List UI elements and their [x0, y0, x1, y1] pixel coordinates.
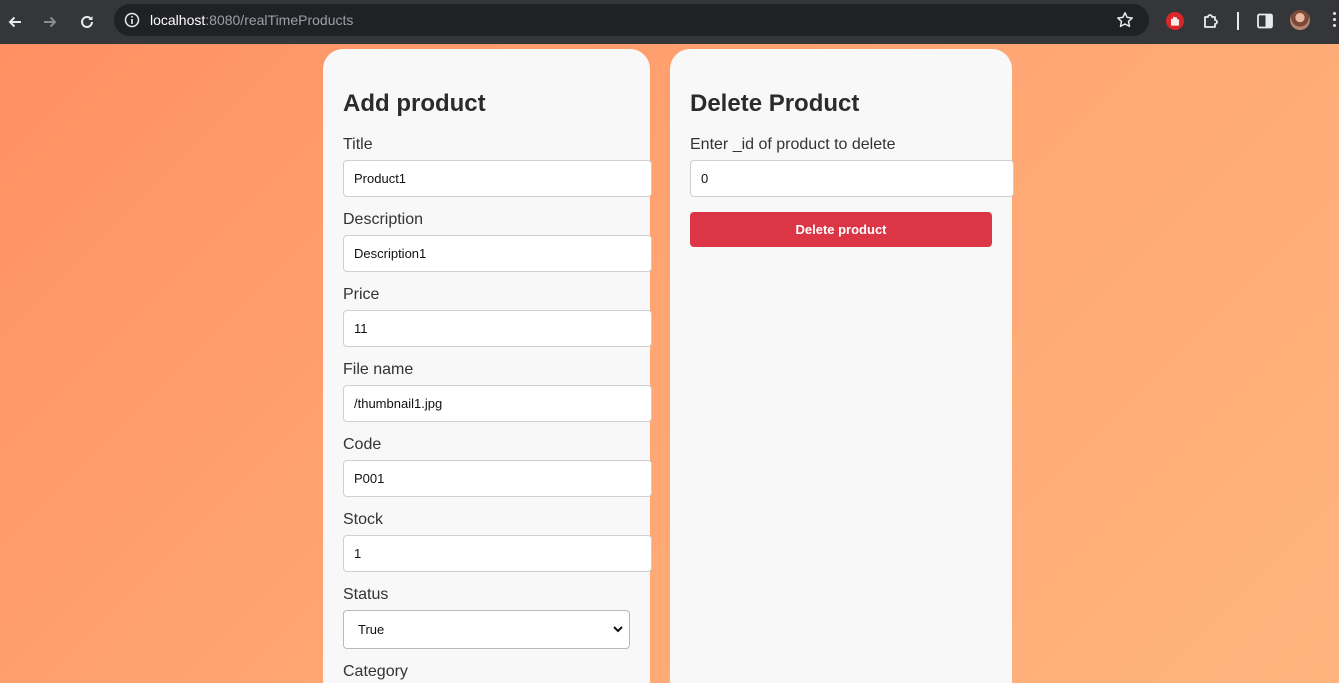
delete-id-label: Enter _id of product to delete — [690, 136, 896, 153]
delete-id-input[interactable]: 0 — [690, 160, 1014, 197]
profile-avatar[interactable] — [1290, 10, 1310, 30]
url-text: localhost:8080/realTimeProducts — [150, 12, 353, 28]
url-path: :8080/realTimeProducts — [205, 12, 354, 28]
reload-icon[interactable] — [75, 10, 99, 34]
title-label: Title — [343, 136, 373, 153]
stock-label: Stock — [343, 511, 384, 528]
browser-toolbar: localhost:8080/realTimeProducts — [0, 0, 1339, 44]
code-label: Code — [343, 436, 382, 453]
back-arrow-icon[interactable] — [3, 10, 27, 34]
add-product-heading: Add product — [343, 90, 486, 117]
address-bar[interactable]: localhost:8080/realTimeProducts — [114, 4, 1149, 36]
menu-kebab-icon[interactable] — [1331, 12, 1339, 32]
chevron-down-icon — [613, 626, 623, 633]
status-selected-value: True — [358, 622, 385, 637]
description-input[interactable]: Description1 — [343, 235, 652, 272]
delete-product-heading: Delete Product — [690, 90, 860, 117]
site-info-icon[interactable] — [122, 10, 142, 30]
status-label: Status — [343, 586, 389, 603]
status-select[interactable]: True — [343, 610, 630, 649]
file-name-label: File name — [343, 361, 414, 378]
delete-product-card: Delete Product Enter _id of product to d… — [670, 49, 1014, 683]
forward-arrow-icon[interactable] — [38, 10, 62, 34]
file-name-input[interactable]: /thumbnail1.jpg — [343, 385, 652, 422]
description-label: Description — [343, 211, 424, 228]
extensions-puzzle-icon[interactable] — [1200, 10, 1222, 32]
extension-stop-icon[interactable] — [1164, 10, 1186, 32]
url-host: localhost — [150, 12, 206, 28]
title-input[interactable]: Product1 — [343, 160, 652, 197]
bookmark-star-icon[interactable] — [1115, 10, 1135, 30]
delete-product-button[interactable]: Delete product — [690, 212, 992, 247]
side-panel-icon[interactable] — [1254, 10, 1276, 32]
price-label: Price — [343, 286, 380, 303]
category-label: Category — [343, 663, 408, 680]
price-input[interactable]: 11 — [343, 310, 652, 347]
code-input[interactable]: P001 — [343, 460, 652, 497]
toolbar-separator — [1237, 12, 1239, 30]
add-product-card: Add product Title Product1 Description D… — [323, 49, 652, 683]
stock-input[interactable]: 1 — [343, 535, 652, 572]
